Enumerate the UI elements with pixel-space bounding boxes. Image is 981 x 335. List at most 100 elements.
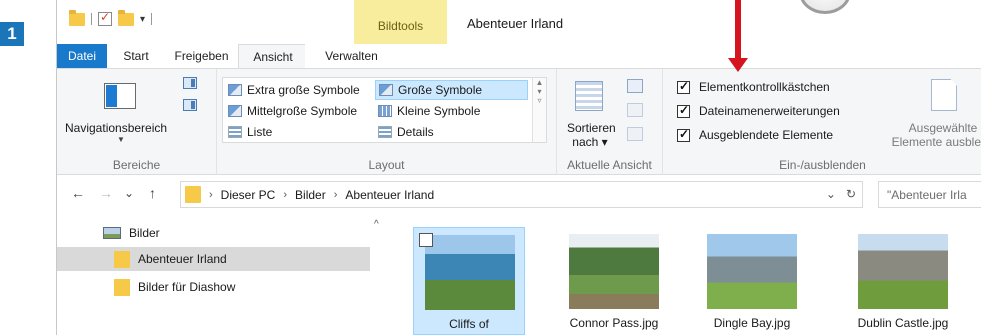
breadcrumb-bilder[interactable]: Bilder [295,188,326,202]
address-bar-controls: ⌄ ↻ [826,187,856,201]
item-select-checkbox[interactable] [419,233,433,247]
search-input[interactable]: "Abenteuer Irla [878,181,981,208]
context-tab-group-header: Bildtools [354,0,447,44]
group-label-current-view: Aktuelle Ansicht [567,158,652,172]
ribbon-panel: Navigationsbereich ▼ Bereiche Extra groß… [57,68,981,175]
tab-ansicht[interactable]: Ansicht [238,44,308,68]
layout-medium-icons[interactable]: Mittelgroße Symbole [225,101,360,121]
group-label-layout: Layout [368,158,405,172]
annotation-arrow-shaft [735,0,741,62]
layout-large-icons[interactable]: Große Symbole [375,80,528,100]
tree-item-label: Bilder [129,226,160,240]
file-name: Connor Pass.jpg [569,316,659,330]
large-icons-icon [379,84,393,96]
hidden-items-checkbox[interactable] [677,127,690,142]
tree-item-label: Bilder für Diashow [138,280,236,294]
tree-item-bilder-fuer-diashow[interactable]: Bilder für Diashow [114,275,235,299]
hide-selected-label: Ausgewählte Elemente ausblend [873,121,981,149]
extra-large-icons-icon [228,84,242,96]
file-name: Cliffs of [449,317,489,331]
tab-freigeben[interactable]: Freigeben [165,44,238,68]
layout-gallery: Extra große Symbole Große Symbole Mittel… [222,77,547,143]
layout-list[interactable]: Liste [225,122,275,142]
group-by-icon[interactable] [627,79,643,93]
navigation-pane-icon [104,83,136,109]
group-bereiche: Navigationsbereich ▼ Bereiche [57,69,217,175]
photo-connor-pass-thumbnail [569,234,659,309]
hide-selected-label-line2: Elemente ausblend [891,135,981,149]
breadcrumb-separator-icon[interactable]: › [209,189,213,201]
tab-datei[interactable]: Datei [57,44,107,68]
file-item-dublin-castle[interactable]: Dublin Castle.jpg [847,227,959,335]
details-pane-icon[interactable] [183,99,197,111]
medium-icons-icon [228,105,242,117]
layout-small-icons[interactable]: Kleine Symbole [375,101,483,121]
file-item-dingle-bay[interactable]: Dingle Bay.jpg [696,227,808,335]
group-current-view: Sortieren nach ▾ Aktuelle Ansicht [557,69,663,175]
list-icon [228,126,242,138]
file-item-cliffs[interactable]: Cliffs of [413,227,525,335]
layout-item-label: Liste [247,125,273,139]
breadcrumb-dieser-pc[interactable]: Dieser PC [221,188,276,202]
breadcrumb-abenteuer-irland[interactable]: Abenteuer Irland [345,188,434,202]
breadcrumb-separator-icon[interactable]: › [283,189,287,201]
folder-icon [114,250,130,268]
tree-item-bilder[interactable]: Bilder [103,221,160,245]
file-extensions-label: Dateinamenerweiterungen [699,104,840,118]
recent-locations-chevron-icon[interactable]: ⌄ [124,186,134,200]
add-columns-icon[interactable] [627,103,643,117]
context-tab-group-label: Bildtools [377,19,424,33]
tree-item-abenteuer-irland[interactable]: Abenteuer Irland [57,247,370,271]
details-icon [378,126,392,138]
navigation-pane-label: Navigationsbereich [65,121,168,135]
group-show-hide: Elementkontrollkästchen Dateinamenerweit… [663,69,981,175]
annotation-arrow-head-icon [728,58,748,72]
scroll-up-icon[interactable]: ^ [374,219,379,230]
step-number-badge: 1 [0,22,24,46]
photo-dingle-bay-thumbnail [707,234,797,309]
customize-toolbar-dropdown-icon[interactable]: ▾ [140,14,145,25]
folder-icon [185,186,201,203]
file-item-connor-pass[interactable]: Connor Pass.jpg [558,227,670,335]
new-folder-icon[interactable] [118,9,134,26]
size-columns-icon[interactable] [627,127,643,141]
folder-icon [114,278,130,296]
hidden-items-option[interactable]: Ausgeblendete Elemente [677,125,833,145]
file-name: Dingle Bay.jpg [713,316,791,330]
item-checkboxes-option[interactable]: Elementkontrollkästchen [677,77,830,97]
layout-item-label: Kleine Symbole [397,104,481,118]
sort-by-label-line1: Sortieren [567,121,616,135]
file-extensions-option[interactable]: Dateinamenerweiterungen [677,101,840,121]
hide-selected-icon [931,79,957,111]
window-title: Abenteuer Irland [467,16,564,31]
layout-details[interactable]: Details [375,122,437,142]
layout-item-label: Große Symbole [398,83,483,97]
refresh-icon[interactable]: ↻ [846,187,856,201]
hidden-items-label: Ausgeblendete Elemente [699,128,834,142]
group-label-bereiche: Bereiche [112,158,161,172]
forward-arrow-icon[interactable]: → [99,185,113,201]
sort-by-label-line2: nach ▾ [572,135,608,149]
layout-item-label: Extra große Symbole [247,83,360,97]
up-arrow-icon[interactable]: ↑ [149,185,156,201]
file-name: Dublin Castle.jpg [857,316,949,330]
preview-pane-icon[interactable] [183,77,197,89]
folder-icon[interactable] [69,9,85,26]
sort-by-label: Sortieren nach ▾ [567,121,616,149]
breadcrumb-separator-icon[interactable]: › [334,189,338,201]
file-extensions-checkbox[interactable] [677,103,690,118]
small-icons-icon [378,105,392,117]
address-bar[interactable]: › Dieser PC › Bilder › Abenteuer Irland … [180,181,863,208]
layout-gallery-scrollbar[interactable]: ▲ ▾ ▿ [532,78,546,142]
properties-icon[interactable] [98,10,112,26]
tab-start[interactable]: Start [107,44,165,68]
address-dropdown-chevron-icon[interactable]: ⌄ [826,187,836,201]
layout-extra-large-icons[interactable]: Extra große Symbole [225,80,363,100]
pictures-library-icon [103,227,121,239]
photo-dublin-castle-thumbnail [858,234,948,309]
item-checkboxes-checkbox[interactable] [677,79,690,94]
item-checkboxes-label: Elementkontrollkästchen [699,80,830,94]
back-arrow-icon[interactable]: ← [71,185,85,201]
tab-verwalten[interactable]: Verwalten [305,44,398,68]
layout-item-label: Details [397,125,434,139]
